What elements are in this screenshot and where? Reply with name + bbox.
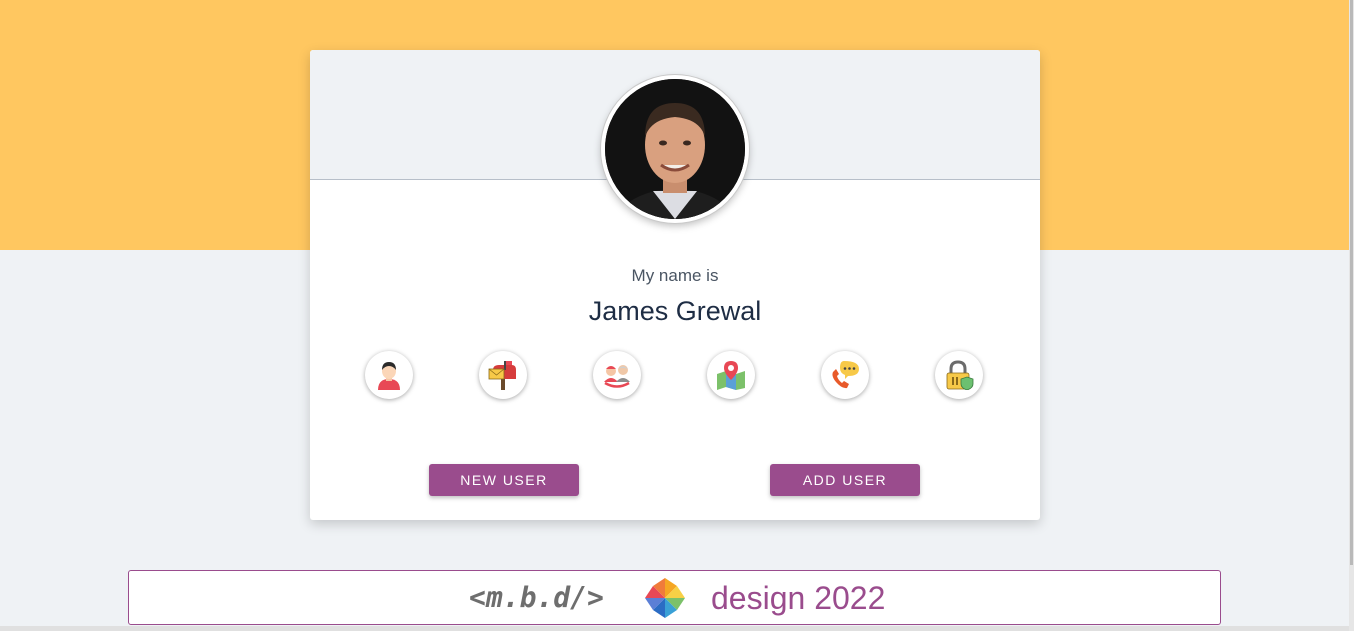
mailbox-icon[interactable] — [479, 351, 527, 399]
footer-design-text: design 2022 — [711, 580, 886, 616]
profile-icon-bar — [365, 351, 985, 401]
new-user-button[interactable]: NEW USER — [429, 464, 579, 496]
phone-icon[interactable] — [821, 351, 869, 399]
profile-label: My name is — [631, 266, 719, 285]
pinwheel-logo-icon — [643, 576, 687, 625]
user-profile-card: My name is James Grewal NEW USER ADD USE… — [310, 50, 1040, 520]
profile-name: James Grewal — [588, 296, 762, 326]
map-location-icon[interactable] — [707, 351, 755, 399]
horizontal-scrollbar[interactable] — [0, 626, 1349, 631]
footer-code-logo: <m.b.d/> — [469, 581, 604, 614]
age-icon[interactable] — [593, 351, 641, 399]
user-avatar — [601, 75, 749, 223]
add-user-button[interactable]: ADD USER — [770, 464, 920, 496]
user-icon[interactable] — [365, 351, 413, 399]
password-lock-icon[interactable] — [935, 351, 983, 399]
vertical-scrollbar-thumb[interactable] — [1350, 0, 1353, 565]
footer-banner: <m.b.d/> design 2022 — [128, 570, 1221, 625]
vertical-scrollbar[interactable] — [1349, 0, 1354, 631]
